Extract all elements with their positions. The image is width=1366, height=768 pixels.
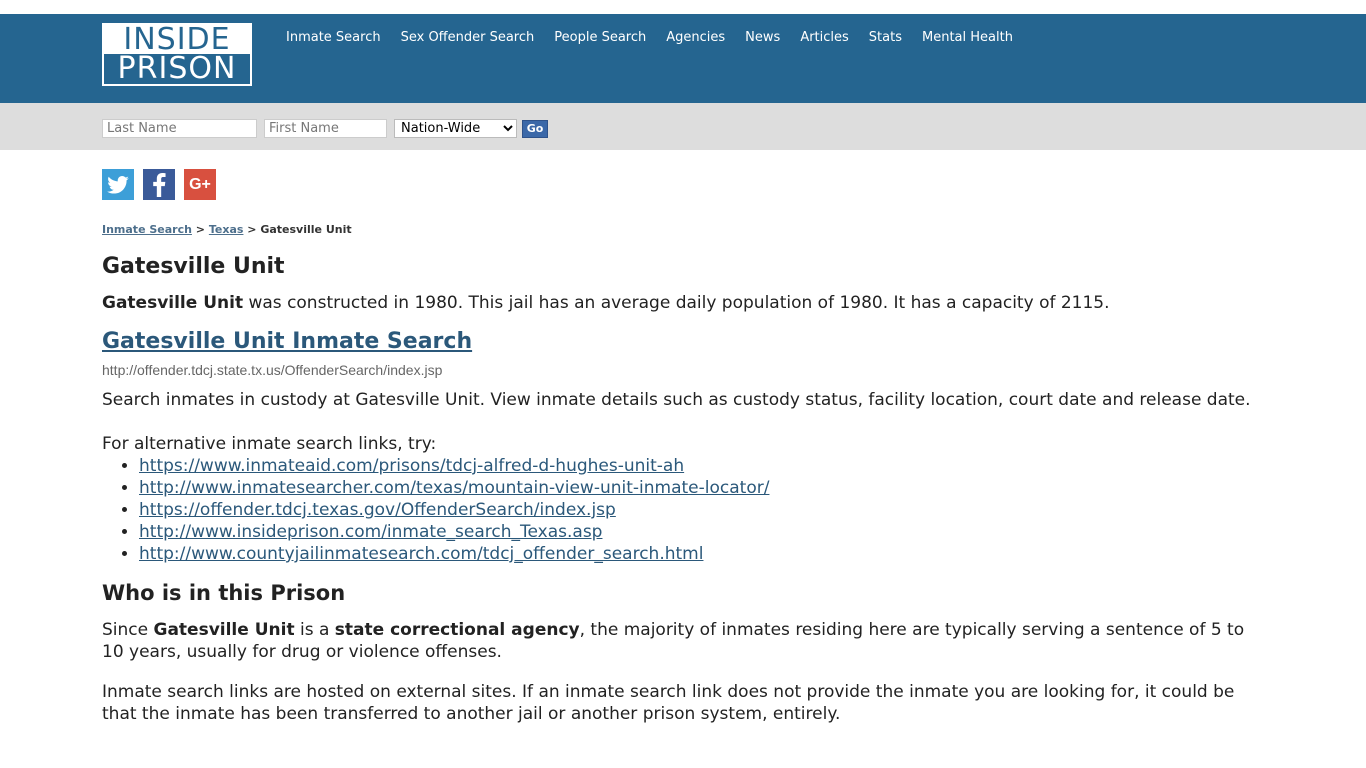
inmate-search-link[interactable]: Gatesville Unit Inmate Search [102, 328, 472, 356]
nav-agencies[interactable]: Agencies [666, 30, 725, 46]
list-item: http://www.insideprison.com/inmate_searc… [139, 521, 1262, 543]
breadcrumb-sep: > [195, 223, 206, 236]
go-button[interactable]: Go [522, 120, 548, 138]
search-description: Search inmates in custody at Gatesville … [102, 390, 1251, 410]
list-item: https://offender.tdcj.texas.gov/Offender… [139, 499, 1262, 521]
nav-sex-offender-search[interactable]: Sex Offender Search [401, 30, 535, 46]
main-nav: Inmate Search Sex Offender Search People… [286, 30, 1033, 46]
google-plus-share-button[interactable]: G+ [184, 169, 216, 200]
who-heading: Who is in this Prison [102, 581, 346, 605]
page-title: Gatesville Unit [102, 254, 285, 279]
last-name-input[interactable] [102, 119, 257, 138]
site-logo[interactable]: INSIDE PRISON [102, 23, 252, 86]
breadcrumb-inmate-search[interactable]: Inmate Search [102, 223, 192, 236]
nav-mental-health[interactable]: Mental Health [922, 30, 1013, 46]
nav-news[interactable]: News [745, 30, 780, 46]
alt-link[interactable]: https://www.inmateaid.com/prisons/tdcj-a… [139, 456, 684, 476]
first-name-input[interactable] [264, 119, 387, 138]
breadcrumb: Inmate Search > Texas > Gatesville Unit [102, 223, 352, 236]
breadcrumb-texas[interactable]: Texas [209, 223, 244, 236]
breadcrumb-current: Gatesville Unit [260, 223, 352, 236]
twitter-share-button[interactable] [102, 169, 134, 200]
social-share: G+ [102, 169, 216, 200]
search-source-url: http://offender.tdcj.state.tx.us/Offende… [102, 362, 443, 378]
top-strip [0, 0, 1366, 14]
list-item: http://www.countyjailinmatesearch.com/td… [139, 543, 1262, 565]
scope-select[interactable]: Nation-Wide [394, 119, 517, 138]
who-text: Since [102, 620, 154, 640]
alt-link[interactable]: http://www.countyjailinmatesearch.com/td… [139, 544, 703, 564]
nav-stats[interactable]: Stats [869, 30, 902, 46]
nav-people-search[interactable]: People Search [554, 30, 646, 46]
who-facility-name: Gatesville Unit [153, 620, 295, 640]
search-bar: Nation-Wide Go [0, 103, 1366, 150]
site-header: INSIDE PRISON Inmate Search Sex Offender… [0, 14, 1366, 103]
logo-text-bottom: PRISON [102, 54, 252, 86]
facebook-share-button[interactable] [143, 169, 175, 200]
alt-links-intro: For alternative inmate search links, try… [102, 434, 437, 454]
who-agency-type: state correctional agency [334, 620, 580, 640]
who-paragraph: Since Gatesville Unit is a state correct… [102, 619, 1262, 663]
list-item: https://www.inmateaid.com/prisons/tdcj-a… [139, 455, 1262, 477]
intro-text: was constructed in 1980. This jail has a… [243, 293, 1110, 313]
breadcrumb-sep: > [247, 223, 257, 236]
external-links-note: Inmate search links are hosted on extern… [102, 682, 1235, 724]
facebook-icon [153, 172, 166, 197]
alt-link[interactable]: http://www.insideprison.com/inmate_searc… [139, 522, 602, 542]
alt-links-list: https://www.inmateaid.com/prisons/tdcj-a… [102, 455, 1262, 565]
intro-facility-name: Gatesville Unit [102, 293, 244, 313]
twitter-icon [107, 175, 129, 194]
alt-link[interactable]: http://www.inmatesearcher.com/texas/moun… [139, 478, 769, 498]
nav-inmate-search[interactable]: Inmate Search [286, 30, 381, 46]
who-text: is a [294, 620, 335, 640]
main-content: Gatesville Unit Gatesville Unit was cons… [102, 252, 1262, 725]
google-plus-icon: G+ [189, 175, 211, 193]
nav-articles[interactable]: Articles [800, 30, 848, 46]
logo-text-top: INSIDE [102, 23, 252, 55]
list-item: http://www.inmatesearcher.com/texas/moun… [139, 477, 1262, 499]
intro-paragraph: Gatesville Unit was constructed in 1980.… [102, 292, 1262, 314]
alt-link[interactable]: https://offender.tdcj.texas.gov/Offender… [139, 500, 616, 520]
